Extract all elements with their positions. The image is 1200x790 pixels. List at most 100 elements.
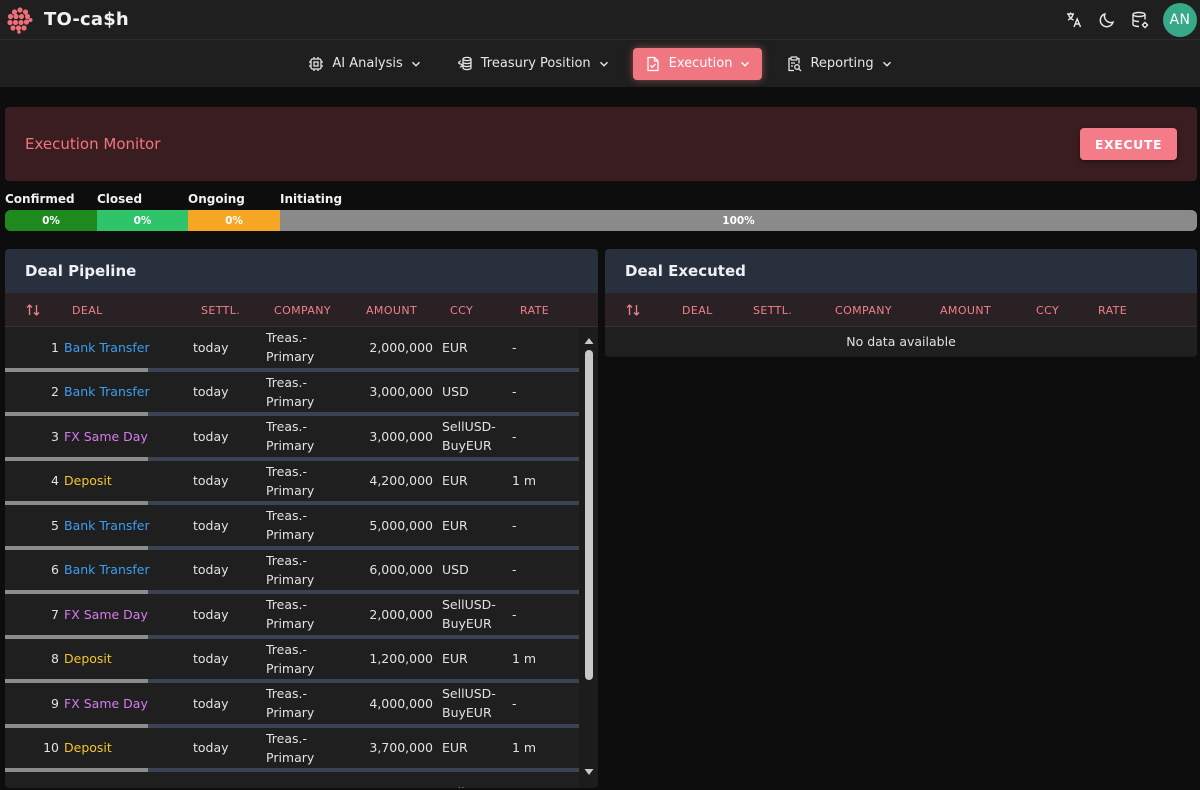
amount-cell: 1,200,000 — [369, 651, 433, 666]
deal-link[interactable]: Bank Transfer — [64, 327, 150, 367]
status-label-confirmed: Confirmed — [5, 192, 75, 206]
column-header[interactable]: AMOUNT — [366, 293, 417, 327]
clipboard-search-icon — [786, 55, 802, 72]
translate-icon[interactable] — [1064, 10, 1084, 30]
execute-button[interactable]: EXECUTE — [1080, 128, 1177, 160]
ccy-cell: EUR — [442, 517, 468, 533]
column-header[interactable]: COMPANY — [835, 293, 892, 327]
chevron-down-icon — [740, 59, 750, 69]
scrollbar[interactable] — [584, 337, 594, 788]
rate-cell: 1 m — [512, 740, 537, 755]
column-header[interactable]: DEAL — [682, 293, 713, 327]
row-number: 1 — [51, 339, 59, 355]
execution-monitor-banner: Execution Monitor EXECUTE — [5, 107, 1197, 181]
ccy-cell: EUR — [442, 651, 468, 666]
company-cell: Treas.- Primary — [266, 730, 315, 765]
ccy-cell: USD — [442, 562, 469, 577]
rate-cell: - — [512, 695, 517, 711]
row-number: 6 — [51, 562, 59, 577]
table-row[interactable]: 2 Bank Transfer today Treas.- Primary 3,000,… — [5, 371, 579, 416]
panel-title: Deal Executed — [605, 249, 1197, 293]
deal-pipeline-panel: Deal Pipeline DEAL SETTL. COMPANY AMOUNT… — [5, 249, 598, 788]
settlement-cell: today — [193, 428, 229, 444]
amount-cell: 2,000,000 — [369, 339, 433, 355]
ccy-cell: SellUSD- BuyEUR — [442, 686, 496, 720]
nav-label: Reporting — [810, 56, 874, 71]
deal-link[interactable]: Bank Transfer — [64, 505, 150, 545]
sort-icon[interactable] — [25, 293, 41, 327]
segment-ongoing: 0% — [188, 210, 280, 231]
column-header[interactable]: RATE — [520, 293, 549, 327]
settlement-cell: today — [193, 562, 229, 577]
table-row[interactable]: 6 Bank Transfer today Treas.- Primary 6,000,… — [5, 549, 579, 594]
table-row[interactable]: 4 Deposit today Treas.- Primary 4,200,000 EUR… — [5, 460, 579, 505]
column-header[interactable]: AMOUNT — [940, 293, 991, 327]
row-number — [29, 772, 59, 788]
rate-cell: - — [512, 517, 517, 533]
deal-link[interactable]: Deposit — [64, 728, 112, 768]
status-legend: Confirmed Closed Ongoing Initiating — [0, 192, 1200, 208]
table-row[interactable]: 8 Deposit today Treas.- Primary 1,200,000 EUR… — [5, 638, 579, 683]
table-row[interactable]: 3 FX Same Day today Treas.- Primary 3,000,00… — [5, 416, 579, 461]
deal-link[interactable]: Deposit — [64, 639, 112, 679]
column-header[interactable]: DEAL — [72, 293, 103, 327]
scroll-up-icon[interactable] — [584, 337, 594, 345]
table-row[interactable]: 9 FX Same Day today Treas.- Primary 4,000,00… — [5, 683, 579, 728]
nav-ai-analysis[interactable]: AI Analysis — [296, 48, 432, 80]
table-row[interactable]: 5 Bank Transfer today Treas.- Primary 5,000,… — [5, 505, 579, 550]
row-number: 10 — [43, 740, 59, 755]
deal-link[interactable]: Bank Transfer — [64, 372, 150, 412]
company-cell: Treas.- Primary — [266, 641, 315, 676]
dark-mode-icon[interactable] — [1097, 10, 1117, 30]
deal-link[interactable]: FX Same Day — [64, 416, 148, 456]
scroll-down-icon[interactable] — [584, 768, 594, 776]
settlement-cell: today — [193, 384, 229, 399]
ccy-cell: SellUSD- BuyEUR — [442, 419, 496, 453]
deal-link[interactable]: FX Same Day — [64, 594, 148, 634]
nav-treasury-position[interactable]: Treasury Position — [445, 48, 621, 80]
table-row[interactable]: Treas.- SellGBP- — [5, 772, 579, 788]
panel-title: Deal Pipeline — [5, 249, 598, 293]
settlement-cell: today — [193, 473, 229, 488]
nav-reporting[interactable]: Reporting — [774, 48, 903, 80]
company-cell: Treas.- — [266, 772, 326, 789]
top-bar: TO-ca$h AN — [0, 0, 1200, 40]
ccy-cell: SellUSD- BuyEUR — [442, 597, 496, 631]
status-progress-bar: 0% 0% 0% 100% — [5, 210, 1197, 231]
amount-cell: 5,000,000 — [369, 517, 433, 533]
coins-icon — [457, 56, 473, 72]
pipeline-rows: 1 Bank Transfer today Treas.- Primary 2,000,… — [5, 327, 585, 788]
avatar[interactable]: AN — [1163, 3, 1197, 37]
column-header[interactable]: RATE — [1098, 293, 1127, 327]
rate-cell: - — [512, 339, 517, 355]
deal-link[interactable]: FX Same Day — [64, 683, 148, 723]
column-header[interactable]: COMPANY — [274, 293, 331, 327]
table-row[interactable]: 7 FX Same Day today Treas.- Primary 2,000,00… — [5, 594, 579, 639]
sort-icon[interactable] — [625, 293, 641, 327]
table-row[interactable]: 1 Bank Transfer today Treas.- Primary 2,000,… — [5, 327, 579, 372]
document-check-icon — [645, 56, 661, 72]
ccy-cell: EUR — [442, 473, 468, 488]
database-settings-icon[interactable] — [1130, 10, 1150, 30]
company-cell: Treas.- Primary — [266, 463, 315, 498]
settlement-cell: today — [193, 651, 229, 666]
ccy-cell: EUR — [442, 740, 468, 755]
column-header[interactable]: CCY — [1036, 293, 1059, 327]
table-row[interactable]: 10 Deposit today Treas.- Primary 3,700,000 EU… — [5, 727, 579, 772]
column-header[interactable]: CCY — [450, 293, 473, 327]
column-header[interactable]: SETTL. — [753, 293, 792, 327]
table-header: DEAL SETTL. COMPANY AMOUNT CCY RATE — [5, 293, 598, 327]
nav-execution[interactable]: Execution — [632, 47, 763, 80]
nav-label: Execution — [668, 56, 733, 71]
row-number: 8 — [51, 651, 59, 666]
company-cell: Treas.- Primary — [266, 552, 315, 587]
scroll-thumb[interactable] — [585, 350, 593, 680]
deal-link[interactable]: Bank Transfer — [64, 550, 150, 590]
chevron-down-icon — [882, 59, 892, 69]
column-header[interactable]: SETTL. — [201, 293, 240, 327]
deal-link[interactable]: Deposit — [64, 461, 112, 501]
berry-logo-icon[interactable] — [6, 6, 34, 34]
segment-initiating: 100% — [280, 210, 1197, 231]
nav-label: Treasury Position — [480, 56, 591, 71]
settlement-cell: today — [193, 606, 229, 622]
